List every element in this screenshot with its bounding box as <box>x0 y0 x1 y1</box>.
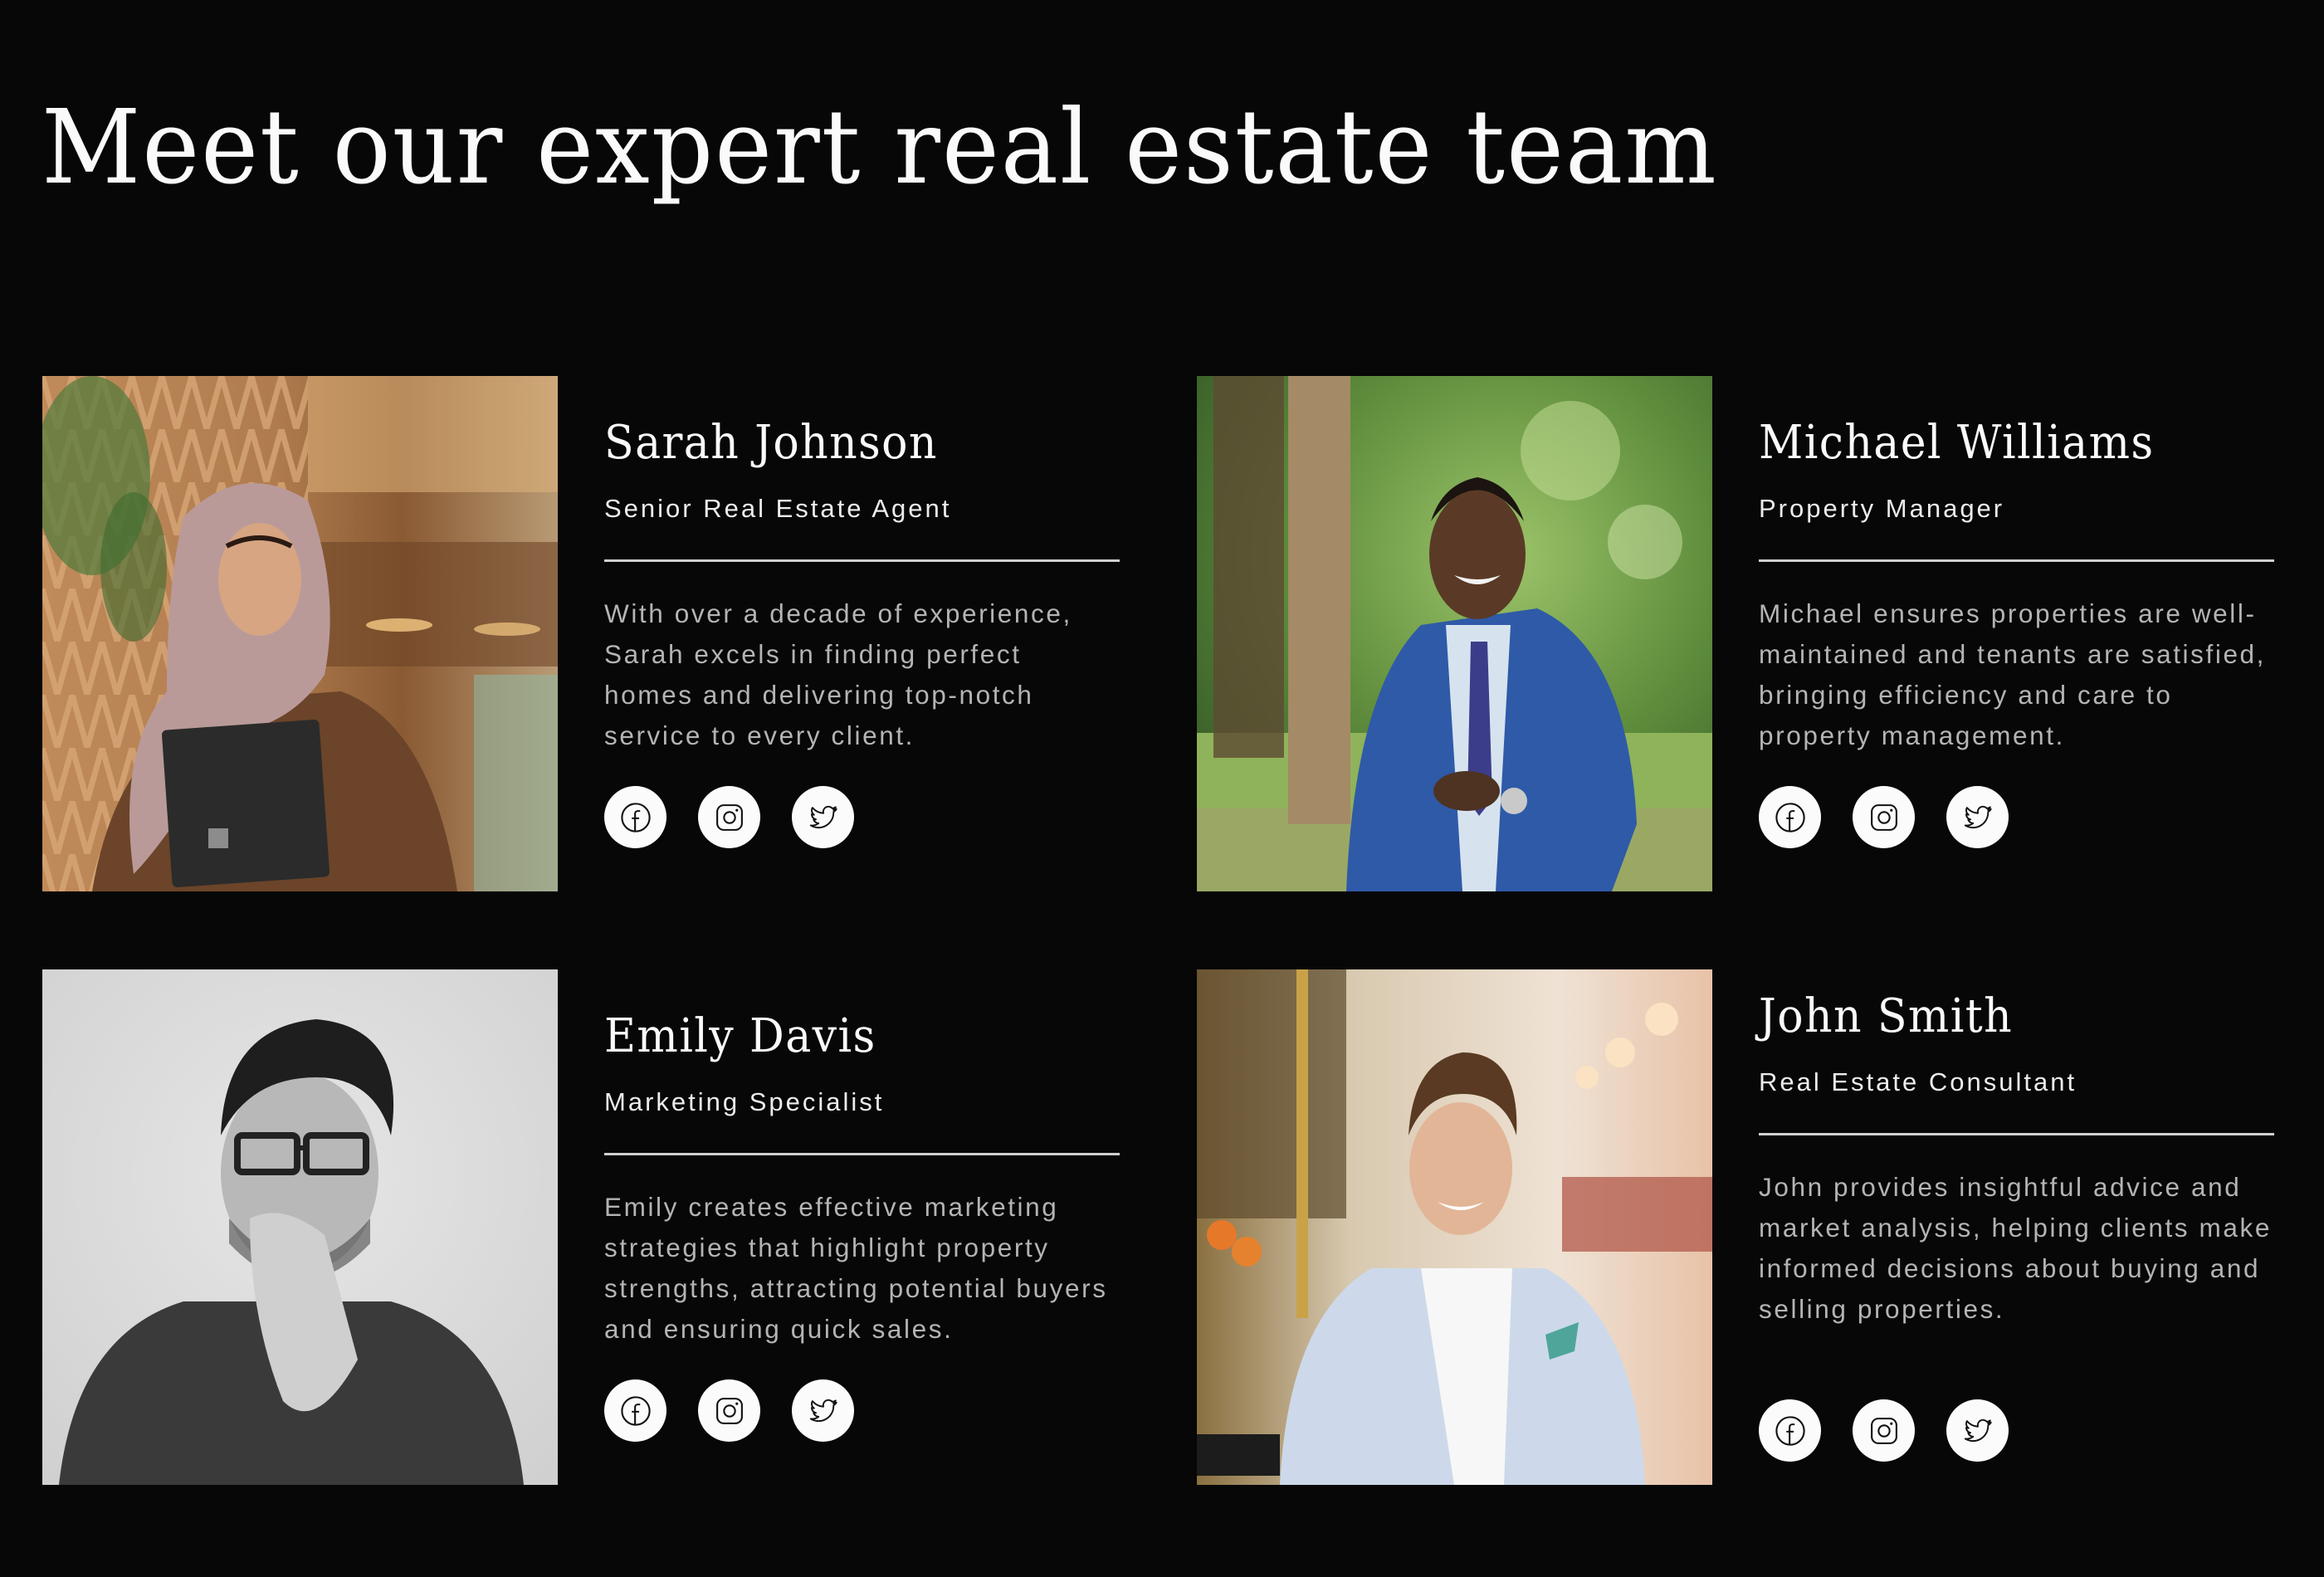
member-role: Property Manager <box>1759 494 2005 523</box>
member-photo <box>1197 969 1712 1485</box>
twitter-link[interactable] <box>1946 786 2009 848</box>
divider <box>604 1153 1120 1155</box>
member-name: Sarah Johnson <box>604 416 938 470</box>
instagram-icon <box>715 1397 743 1424</box>
member-info: Michael Williams Property Manager Michae… <box>1759 376 2275 892</box>
social-links <box>604 786 854 848</box>
member-info: Emily Davis Marketing Specialist Emily c… <box>604 969 1120 1486</box>
twitter-link[interactable] <box>792 786 854 848</box>
divider <box>1759 559 2274 562</box>
facebook-link[interactable] <box>1759 1399 1821 1462</box>
facebook-link[interactable] <box>1759 786 1821 848</box>
twitter-icon <box>809 1399 837 1422</box>
instagram-link[interactable] <box>698 786 760 848</box>
social-links <box>1759 786 2009 848</box>
facebook-icon <box>620 802 651 832</box>
member-info: Sarah Johnson Senior Real Estate Agent W… <box>604 376 1120 892</box>
member-role: Real Estate Consultant <box>1759 1067 2077 1096</box>
facebook-link[interactable] <box>604 786 666 848</box>
instagram-link[interactable] <box>698 1379 760 1442</box>
instagram-link[interactable] <box>1853 786 1915 848</box>
member-bio: With over a decade of experience, Sarah … <box>604 598 1072 750</box>
member-role: Marketing Specialist <box>604 1087 885 1116</box>
member-info: John Smith Real Estate Consultant John p… <box>1759 950 2275 1466</box>
instagram-icon <box>1870 803 1897 831</box>
twitter-link[interactable] <box>792 1379 854 1442</box>
facebook-link[interactable] <box>604 1379 666 1442</box>
instagram-link[interactable] <box>1853 1399 1915 1462</box>
facebook-icon <box>1775 1415 1805 1446</box>
member-name: Emily Davis <box>604 1009 876 1063</box>
team-member-card: John Smith Real Estate Consultant John p… <box>1197 969 2309 1486</box>
member-role: Senior Real Estate Agent <box>604 494 952 523</box>
instagram-icon <box>1870 1417 1897 1444</box>
social-links <box>1759 1399 2009 1462</box>
twitter-icon <box>1964 805 1992 828</box>
page-title: Meet our expert real estate team <box>42 88 1718 208</box>
team-member-card: Sarah Johnson Senior Real Estate Agent W… <box>42 376 1155 892</box>
member-bio: Michael ensures properties are well-main… <box>1759 598 2267 750</box>
social-links <box>604 1379 854 1442</box>
member-name: John Smith <box>1759 989 2014 1043</box>
team-member-card: Emily Davis Marketing Specialist Emily c… <box>42 969 1155 1486</box>
member-bio: John provides insightful advice and mark… <box>1759 1172 2272 1324</box>
facebook-icon <box>1775 802 1805 832</box>
twitter-icon <box>1964 1418 1992 1442</box>
member-name: Michael Williams <box>1759 416 2155 470</box>
twitter-icon <box>809 805 837 828</box>
instagram-icon <box>715 803 743 831</box>
divider <box>604 559 1120 562</box>
member-photo <box>42 969 558 1485</box>
member-photo <box>42 376 558 891</box>
member-photo <box>1197 376 1712 891</box>
team-member-card: Michael Williams Property Manager Michae… <box>1197 376 2309 892</box>
divider <box>1759 1133 2274 1135</box>
twitter-link[interactable] <box>1946 1399 2009 1462</box>
member-bio: Emily creates effective marketing strate… <box>604 1192 1108 1344</box>
facebook-icon <box>620 1395 651 1426</box>
